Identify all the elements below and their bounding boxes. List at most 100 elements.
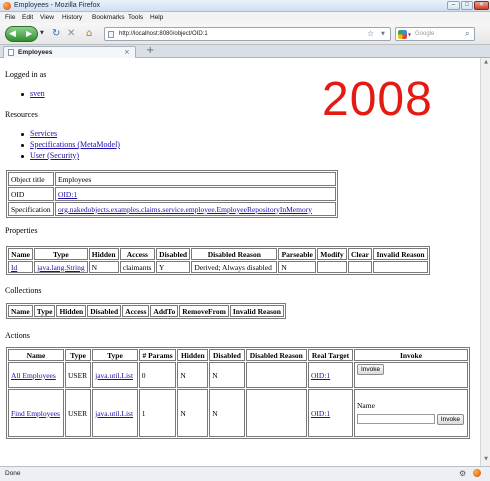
page-icon bbox=[8, 49, 14, 56]
invoke-button[interactable]: Invoke bbox=[436, 414, 465, 425]
oid-link[interactable]: OID:1 bbox=[58, 190, 77, 199]
page-icon bbox=[108, 31, 114, 38]
user-link[interactable]: sven bbox=[30, 89, 45, 98]
property-access: claimants bbox=[119, 261, 155, 273]
tab-close-icon[interactable]: × bbox=[124, 48, 130, 56]
property-modify bbox=[317, 261, 347, 273]
column-header: # Params bbox=[138, 349, 177, 361]
invoke-button[interactable]: Invoke bbox=[357, 364, 385, 375]
home-icon[interactable]: ⌂ bbox=[86, 28, 92, 39]
year-watermark: 2008 bbox=[322, 73, 433, 126]
action-target-link[interactable]: OID:1 bbox=[311, 371, 330, 380]
param-name-label: Name bbox=[357, 401, 375, 410]
action-disabled: N bbox=[209, 362, 245, 388]
resource-link-user-security[interactable]: User (Security) bbox=[30, 151, 79, 160]
column-header: Name bbox=[8, 305, 33, 317]
action-invoke-cell: Name Invoke bbox=[354, 389, 468, 437]
addon-icon[interactable]: ⚙ bbox=[459, 469, 466, 478]
scroll-up-icon[interactable]: ▲ bbox=[482, 59, 490, 67]
column-header: Parseable bbox=[278, 248, 317, 260]
back-icon[interactable]: ◀ bbox=[9, 29, 16, 39]
tab-strip: Employees × + bbox=[0, 45, 490, 58]
table-row: Find Employees USER java.util.List 1 N N… bbox=[8, 389, 468, 437]
oid-cell: OID:1 bbox=[55, 187, 336, 201]
new-tab-button[interactable]: + bbox=[146, 45, 154, 57]
column-header: Type bbox=[34, 248, 88, 260]
action-all-employees-link[interactable]: All Employees bbox=[11, 371, 56, 380]
action-return-type-link[interactable]: java.util.List bbox=[95, 371, 133, 380]
action-params: 0 bbox=[138, 362, 177, 388]
menu-help[interactable]: Help bbox=[150, 14, 163, 21]
menu-view[interactable]: View bbox=[40, 14, 54, 21]
menu-bar: File Edit View History Bookmarks Tools H… bbox=[0, 12, 490, 23]
table-row: Id java.lang.String N claimants Y Derive… bbox=[8, 261, 428, 273]
resources-heading: Resources bbox=[5, 110, 38, 119]
bookmark-star-icon[interactable]: ☆ bbox=[367, 29, 374, 38]
stop-icon[interactable]: ✕ bbox=[67, 28, 75, 39]
history-dropdown-icon[interactable]: ▼ bbox=[40, 30, 44, 36]
action-hidden: N bbox=[177, 389, 209, 437]
property-id-link[interactable]: Id bbox=[11, 263, 17, 272]
column-header: Modify bbox=[317, 248, 347, 260]
table-row: Object title Employees bbox=[8, 172, 336, 186]
column-header: Hidden bbox=[177, 349, 209, 361]
column-header: Access bbox=[119, 248, 155, 260]
action-type: USER bbox=[65, 389, 92, 437]
logged-in-heading: Logged in as bbox=[5, 70, 47, 79]
navigation-toolbar: ◀ ▶ ▼ ↻ ✕ ⌂ http://localhost:8080/object… bbox=[0, 23, 490, 45]
url-dropdown-icon[interactable]: ▼ bbox=[381, 31, 385, 37]
action-find-employees-link[interactable]: Find Employees bbox=[11, 409, 60, 418]
column-header: Type bbox=[33, 305, 56, 317]
column-header: Name bbox=[8, 248, 34, 260]
window-title: Employees - Mozilla Firefox bbox=[14, 2, 100, 9]
action-disabled-reason bbox=[245, 389, 307, 437]
name-field[interactable] bbox=[357, 414, 435, 425]
back-forward-buttons: ◀ ▶ bbox=[5, 26, 38, 42]
url-text[interactable]: http://localhost:8080/object/OID:1 bbox=[119, 31, 208, 37]
property-disabled-reason: Derived; Always disabled bbox=[191, 261, 278, 273]
property-type-link[interactable]: java.lang.String bbox=[37, 263, 85, 272]
table-header-row: Name Type Hidden Access Disabled Disable… bbox=[8, 248, 428, 260]
property-name-cell: Id bbox=[8, 261, 34, 273]
google-icon[interactable] bbox=[398, 30, 407, 39]
property-invalid-reason bbox=[373, 261, 428, 273]
action-type: USER bbox=[65, 362, 92, 388]
resource-link-specifications[interactable]: Specifications (MetaModel) bbox=[30, 140, 120, 149]
search-input[interactable]: Google bbox=[415, 31, 434, 37]
vertical-scrollbar[interactable]: ▲ ▼ bbox=[480, 58, 490, 466]
address-bar[interactable]: http://localhost:8080/object/OID:1 ☆ ▼ bbox=[104, 27, 391, 41]
bullet bbox=[21, 155, 24, 158]
action-disabled-reason bbox=[245, 362, 307, 388]
action-target-link[interactable]: OID:1 bbox=[311, 409, 330, 418]
minimize-button[interactable]: – bbox=[447, 1, 460, 10]
property-disabled: Y bbox=[155, 261, 191, 273]
maximize-button[interactable]: □ bbox=[461, 1, 473, 10]
column-header: Real Target bbox=[307, 349, 353, 361]
resource-link-services[interactable]: Services bbox=[30, 129, 57, 138]
action-return-type-link[interactable]: java.util.List bbox=[95, 409, 133, 418]
action-disabled: N bbox=[209, 389, 245, 437]
close-button[interactable]: ✕ bbox=[474, 1, 489, 10]
menu-tools[interactable]: Tools bbox=[128, 14, 143, 21]
property-parseable: N bbox=[278, 261, 317, 273]
tab-employees[interactable]: Employees × bbox=[3, 46, 136, 58]
search-icon[interactable]: ⌕ bbox=[465, 29, 469, 39]
title-bar: Employees - Mozilla Firefox – □ ✕ bbox=[0, 0, 490, 12]
object-info-table: Object title Employees OID OID:1 Specifi… bbox=[6, 170, 338, 218]
menu-edit[interactable]: Edit bbox=[22, 14, 33, 21]
forward-icon[interactable]: ▶ bbox=[26, 29, 32, 39]
specification-link[interactable]: org.nakedobjects.examples.claims.service… bbox=[58, 205, 312, 214]
column-header: Invalid Reason bbox=[373, 248, 428, 260]
menu-history[interactable]: History bbox=[62, 14, 82, 21]
oid-label: OID bbox=[8, 187, 54, 201]
menu-file[interactable]: File bbox=[5, 14, 15, 21]
table-header-row: Name Type Hidden Disabled Access AddTo R… bbox=[8, 305, 284, 317]
search-bar[interactable]: ▼ Google ⌕ bbox=[395, 27, 475, 41]
reload-icon[interactable]: ↻ bbox=[52, 28, 60, 39]
menu-bookmarks[interactable]: Bookmarks bbox=[92, 14, 125, 21]
column-header: Access bbox=[122, 305, 150, 317]
column-header: Disabled Reason bbox=[191, 248, 278, 260]
scroll-down-icon[interactable]: ▼ bbox=[482, 456, 490, 464]
search-engine-dropdown-icon[interactable]: ▼ bbox=[408, 32, 411, 37]
action-params: 1 bbox=[138, 389, 177, 437]
